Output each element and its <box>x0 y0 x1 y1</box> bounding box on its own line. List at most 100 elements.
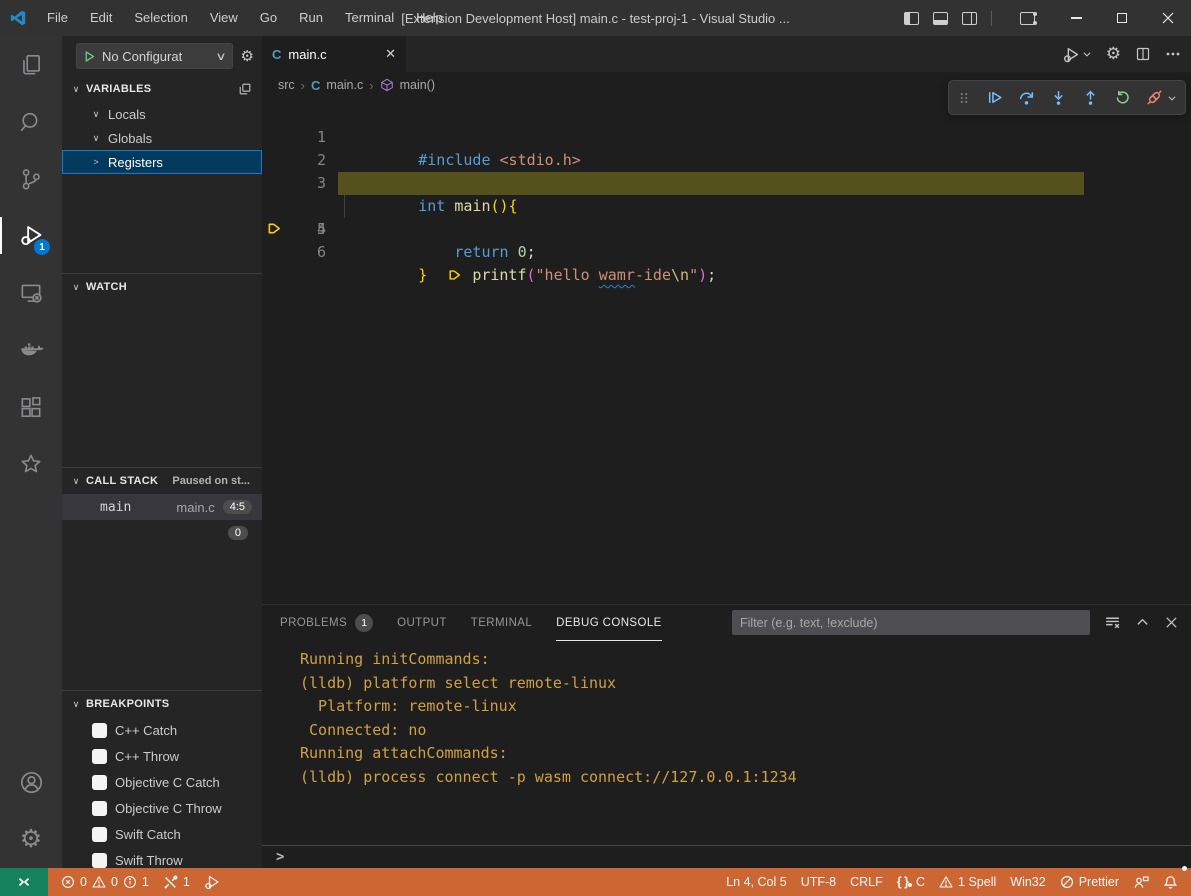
toggle-secondary-sidebar-icon[interactable] <box>962 12 977 25</box>
sidebar-item-explorer[interactable] <box>0 36 62 93</box>
code-editor[interactable]: 1 #include <stdio.h> 2 3 int main(){ 4 <box>262 98 1191 604</box>
run-debug-menu-button[interactable] <box>1063 46 1092 63</box>
breakpoints-header[interactable]: ∨ BREAKPOINTS <box>62 691 262 717</box>
menu-item[interactable]: Help <box>405 0 454 36</box>
breadcrumb-file[interactable]: main.c <box>326 78 363 92</box>
variables-header[interactable]: ∨ VARIABLES <box>62 76 262 102</box>
stack-frame-row[interactable]: main main.c 4:5 <box>62 494 262 520</box>
notifications-button[interactable] <box>1156 868 1185 896</box>
breakpoint-checkbox[interactable] <box>92 801 107 816</box>
eol-selector[interactable]: CRLF <box>843 868 890 896</box>
breakpoint-row[interactable]: Objective C Catch <box>62 769 262 795</box>
toolchain-status[interactable]: 1 <box>156 868 197 896</box>
panel-tab[interactable]: DEBUG CONSOLE <box>556 605 662 641</box>
breakpoint-checkbox[interactable] <box>92 827 107 842</box>
menu-item[interactable]: Selection <box>123 0 198 36</box>
spell-checker-status[interactable]: 1 Spell <box>932 868 1003 896</box>
breakpoint-row[interactable]: C++ Catch <box>62 717 262 743</box>
customize-layout-icon[interactable] <box>1020 12 1035 25</box>
remote-explorer-icon <box>18 280 44 306</box>
watch-header[interactable]: ∨ WATCH <box>62 274 262 300</box>
breakpoint-checkbox[interactable] <box>92 853 107 868</box>
formatter-status[interactable]: Prettier <box>1053 868 1126 896</box>
tab-close-icon[interactable]: ✕ <box>385 46 396 62</box>
variables-tree-item[interactable]: ∨ Locals <box>62 102 262 126</box>
breakpoint-checkbox[interactable] <box>92 749 107 764</box>
toggle-panel-icon[interactable] <box>933 12 948 25</box>
maximize-panel-icon[interactable] <box>1135 615 1150 630</box>
close-button[interactable] <box>1145 0 1191 36</box>
breakpoint-row[interactable]: C++ Throw <box>62 743 262 769</box>
menu-item[interactable]: File <box>36 0 79 36</box>
menu-item[interactable]: Run <box>288 0 334 36</box>
toggle-sidebar-icon[interactable] <box>904 12 919 25</box>
editor-settings-gear-icon[interactable]: ⚙ <box>1106 44 1121 64</box>
problems-status[interactable]: 0 0 1 <box>54 868 156 896</box>
launch-configuration-dropdown[interactable]: No Configurat ∨ <box>76 43 233 69</box>
breadcrumb-symbol[interactable]: main() <box>400 78 435 92</box>
step-into-icon[interactable] <box>1050 89 1067 106</box>
sidebar-item-remote-explorer[interactable] <box>0 264 62 321</box>
platform-status[interactable]: Win32 <box>1003 868 1052 896</box>
variables-tree-item[interactable]: ∨ Globals <box>62 126 262 150</box>
sidebar-item-search[interactable] <box>0 93 62 150</box>
chevron-down-icon: ∨ <box>70 476 82 487</box>
console-line: Platform: remote-linux <box>300 695 1191 719</box>
encoding-selector[interactable]: UTF-8 <box>794 868 843 896</box>
debug-status[interactable] <box>197 868 227 896</box>
remote-indicator[interactable] <box>0 868 48 896</box>
sidebar-item-extensions[interactable] <box>0 378 62 435</box>
minimize-button[interactable] <box>1053 0 1099 36</box>
debug-console-output[interactable]: Running initCommands:(lldb) platform sel… <box>262 641 1191 845</box>
settings-button[interactable]: ⚙ <box>0 811 62 868</box>
close-panel-icon[interactable] <box>1164 615 1179 630</box>
code-token: "hello <box>536 266 599 284</box>
variables-tree-item[interactable]: > Registers <box>62 150 262 174</box>
breakpoint-checkbox[interactable] <box>92 775 107 790</box>
maximize-button[interactable] <box>1099 0 1145 36</box>
account-button[interactable] <box>0 754 62 811</box>
debug-console-input[interactable]: > <box>262 845 1191 868</box>
language-mode-selector[interactable]: { } C <box>890 868 932 896</box>
step-out-icon[interactable] <box>1082 89 1099 106</box>
feedback-button[interactable] <box>1126 868 1156 896</box>
start-debug-icon <box>83 50 96 63</box>
sidebar-item-source-control[interactable] <box>0 150 62 207</box>
breakpoint-row[interactable]: Objective C Throw <box>62 795 262 821</box>
toolbar-grip-icon[interactable] <box>957 91 971 105</box>
continue-icon[interactable] <box>986 89 1003 106</box>
restart-icon[interactable] <box>1114 89 1131 106</box>
warning-icon <box>939 875 953 889</box>
sidebar-item-docker[interactable] <box>0 321 62 378</box>
step-over-icon[interactable] <box>1018 89 1035 106</box>
cursor-position[interactable]: Ln 4, Col 5 <box>719 868 793 896</box>
panel-tab[interactable]: TERMINAL <box>471 605 532 641</box>
console-filter-input[interactable] <box>732 610 1090 635</box>
watch-section: ∨ WATCH <box>62 273 262 467</box>
sidebar-item-run-debug[interactable]: 1 <box>0 207 62 264</box>
panel-tab[interactable]: PROBLEMS 1 <box>280 605 373 641</box>
menu-item[interactable]: Terminal <box>334 0 405 36</box>
breakpoint-checkbox[interactable] <box>92 723 107 738</box>
debug-sidebar: No Configurat ∨ ⚙ ∨ VARIABLES ∨ <box>62 36 262 868</box>
error-icon <box>61 875 75 889</box>
thread-row[interactable]: 0 <box>62 520 262 546</box>
console-line: (lldb) process connect -p wasm connect:/… <box>300 766 1191 790</box>
breadcrumb-folder[interactable]: src <box>278 78 295 92</box>
sidebar-item-starred[interactable] <box>0 435 62 492</box>
split-editor-icon[interactable] <box>1135 46 1151 62</box>
menu-item[interactable]: Go <box>249 0 288 36</box>
configure-gear-icon[interactable]: ⚙ <box>241 49 254 64</box>
menu-item[interactable]: Edit <box>79 0 123 36</box>
panel-tab[interactable]: OUTPUT <box>397 605 447 641</box>
more-actions-icon[interactable] <box>1165 46 1181 62</box>
call-stack-header[interactable]: ∨ CALL STACK Paused on st... <box>62 468 262 494</box>
menu-item[interactable]: View <box>199 0 249 36</box>
breakpoint-row[interactable]: Swift Catch <box>62 821 262 847</box>
breakpoints-list: C++ Catch C++ Throw Objective C Catch <box>62 717 262 868</box>
disconnect-button[interactable] <box>1146 89 1177 106</box>
clear-console-icon[interactable] <box>1104 614 1121 631</box>
breakpoint-row[interactable]: Swift Throw <box>62 847 262 868</box>
collapse-all-icon[interactable] <box>238 82 254 96</box>
tab-main-c[interactable]: C main.c ✕ <box>262 36 406 72</box>
